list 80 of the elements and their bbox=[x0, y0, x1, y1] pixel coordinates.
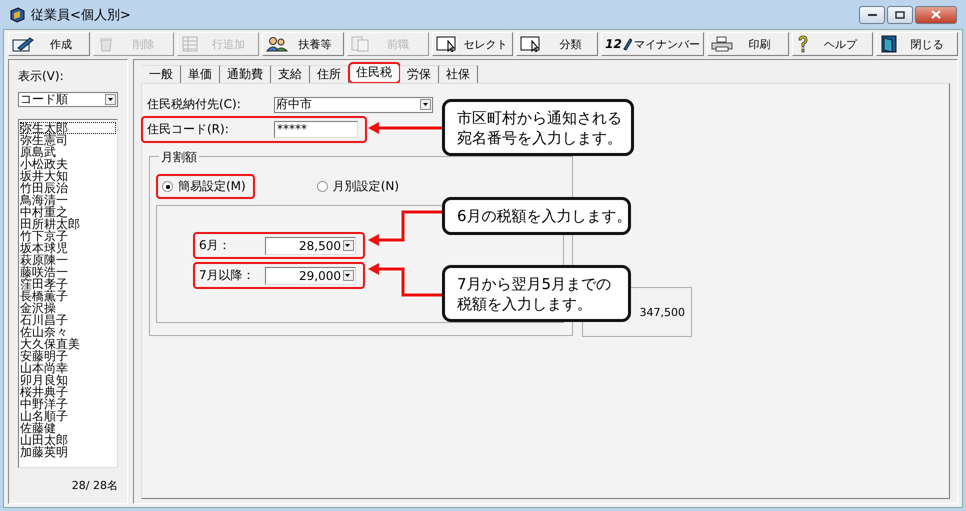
employee-item[interactable]: 竹下京子 bbox=[20, 230, 116, 242]
employee-item[interactable]: 鳥海清一 bbox=[20, 194, 116, 206]
maximize-icon bbox=[895, 10, 905, 18]
caret-icon bbox=[108, 98, 113, 101]
toolbar-button[interactable]: 作成 bbox=[8, 32, 90, 56]
employee-item[interactable]: 中野洋子 bbox=[20, 398, 116, 410]
employee-item[interactable]: 藤咲浩一 bbox=[20, 266, 116, 278]
field-label: 6月： bbox=[199, 237, 232, 254]
window-title: 従業員<個人別> bbox=[31, 6, 131, 24]
tab[interactable]: 単価 bbox=[181, 65, 220, 83]
tab[interactable]: 社保 bbox=[439, 65, 478, 83]
employee-item[interactable]: 窪田孝子 bbox=[20, 278, 116, 290]
employee-item[interactable]: 山本尚幸 bbox=[20, 362, 116, 374]
group-title: 月割額 bbox=[159, 149, 199, 166]
field-label: 住民税納付先(C): bbox=[147, 96, 242, 113]
employee-item[interactable]: 弥生憲司 bbox=[20, 134, 116, 146]
grid-icon bbox=[181, 36, 200, 52]
caret-icon bbox=[345, 244, 350, 247]
minimize-icon bbox=[868, 12, 876, 16]
maximize-button[interactable] bbox=[887, 6, 913, 24]
employee-item[interactable]: 佐藤健 bbox=[20, 422, 116, 434]
callout-text: 宛名番号を入力します。 bbox=[457, 128, 622, 148]
toolbar-button[interactable]: 印刷 bbox=[706, 32, 789, 56]
employee-item[interactable]: 金沢操 bbox=[20, 302, 116, 314]
callout-text: 市区町村から通知される bbox=[457, 108, 622, 128]
input-field[interactable]: ***** bbox=[274, 121, 358, 138]
tab[interactable]: 一般 bbox=[142, 65, 181, 83]
pencil-icon bbox=[12, 36, 34, 52]
employee-item[interactable]: 弥生太郎 bbox=[20, 122, 116, 134]
employee-item[interactable]: 山名順子 bbox=[20, 410, 116, 422]
employee-item[interactable]: 田所耕太郎 bbox=[20, 218, 116, 230]
employee-item[interactable]: 安藤明子 bbox=[20, 350, 116, 362]
printer-icon bbox=[710, 36, 733, 52]
employee-item[interactable]: 桜井典子 bbox=[20, 386, 116, 398]
employee-item[interactable]: 坂本球児 bbox=[20, 242, 116, 254]
close-button[interactable] bbox=[915, 6, 957, 24]
amount-field[interactable]: 28,500 bbox=[265, 236, 356, 254]
toolbar-button[interactable]: 分類 bbox=[516, 32, 598, 56]
radio-option[interactable]: 簡易設定(M) bbox=[162, 178, 246, 195]
toolbar-button[interactable]: セレクト bbox=[432, 32, 514, 56]
door-icon bbox=[880, 35, 898, 53]
close-icon bbox=[931, 10, 941, 19]
app-icon bbox=[9, 6, 25, 22]
caret-icon bbox=[423, 103, 428, 106]
employee-item[interactable]: 長橋薫子 bbox=[20, 290, 116, 302]
toolbar-button[interactable]: 閉じる bbox=[876, 32, 958, 56]
toolbar-button[interactable]: 12 マイナンバー bbox=[601, 32, 704, 56]
employee-count: 28/ 28名 bbox=[70, 478, 118, 494]
employee-item[interactable]: 佐山奈々 bbox=[20, 326, 116, 338]
document-icon bbox=[350, 36, 369, 52]
tab[interactable]: 住民税 bbox=[349, 63, 400, 83]
radio-option[interactable]: 月別設定(N) bbox=[316, 178, 400, 195]
field-label: 住民コード(R): bbox=[147, 121, 230, 138]
tab[interactable]: 支給 bbox=[271, 65, 310, 83]
employee-item[interactable]: 卯月良知 bbox=[20, 374, 116, 386]
employee-item[interactable]: 石川昌子 bbox=[20, 314, 116, 326]
caret-icon bbox=[345, 274, 350, 277]
tab[interactable]: 労保 bbox=[400, 65, 439, 83]
tab[interactable]: 通勤費 bbox=[220, 65, 271, 83]
employee-item[interactable]: 小松政夫 bbox=[20, 158, 116, 170]
sort-dropdown[interactable]: コード順 bbox=[18, 92, 118, 107]
employee-item[interactable]: 萩原陳一 bbox=[20, 254, 116, 266]
field-label: 7月以降： bbox=[199, 267, 256, 284]
toolbar-button[interactable]: ヘルプ bbox=[792, 32, 874, 56]
tab[interactable]: 住所 bbox=[310, 65, 349, 83]
employee-item[interactable]: 加藤英明 bbox=[20, 446, 116, 458]
toolbar-button[interactable]: 扶養等 bbox=[262, 32, 344, 56]
amount-field[interactable]: 29,000 bbox=[265, 266, 356, 284]
callout-text: 6月の税額を入力します。 bbox=[457, 206, 632, 226]
employee-item[interactable]: 坂井大知 bbox=[20, 170, 116, 182]
minimize-button[interactable] bbox=[859, 6, 885, 24]
view-label: 表示(V): bbox=[18, 68, 65, 85]
employee-item[interactable]: 山田太郎 bbox=[20, 434, 116, 446]
people-icon bbox=[266, 36, 288, 52]
payee-dropdown[interactable]: 府中市 bbox=[274, 96, 433, 112]
question-icon bbox=[796, 35, 810, 53]
employee-item[interactable]: 大久保直美 bbox=[20, 338, 116, 350]
employee-item[interactable]: 中村重之 bbox=[20, 206, 116, 218]
employee-item[interactable]: 原島武 bbox=[20, 146, 116, 158]
employee-item[interactable]: 竹田辰治 bbox=[20, 182, 116, 194]
